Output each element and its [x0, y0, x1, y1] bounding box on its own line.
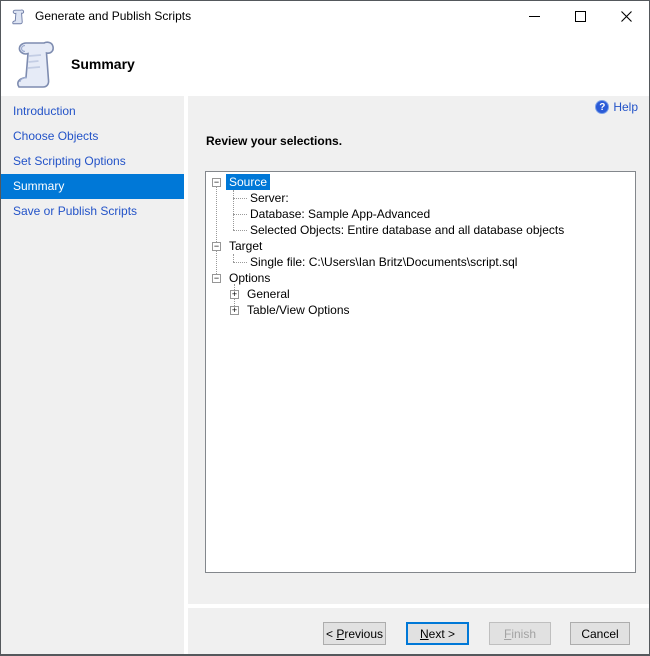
maximize-button[interactable]	[557, 1, 603, 31]
tree-row-server[interactable]: Server:	[206, 190, 635, 206]
maximize-icon	[574, 10, 586, 22]
collapse-icon[interactable]: −	[212, 273, 221, 283]
sidebar-item-summary[interactable]: Summary	[1, 174, 184, 199]
script-scroll-icon	[12, 8, 25, 24]
tree-row-table-view-options[interactable]: + Table/View Options	[206, 302, 635, 318]
tree-guide	[233, 254, 234, 262]
tree-node-label: Database: Sample App-Advanced	[250, 207, 431, 221]
tree-guide	[233, 262, 247, 263]
tree-row-options[interactable]: − Options	[206, 270, 635, 286]
tree-guide	[233, 198, 247, 199]
button-bar: < Previous Next > Finish Cancel	[188, 604, 649, 654]
button-text: N	[419, 626, 429, 641]
button-text: ext >	[428, 626, 456, 641]
tree-row-general[interactable]: + General	[206, 286, 635, 302]
window-title: Generate and Publish Scripts	[35, 9, 192, 23]
tree-node-label: General	[247, 287, 290, 301]
button-text: P	[336, 626, 345, 641]
tree-guide	[233, 230, 247, 231]
help-label: Help	[613, 100, 638, 114]
tree-node-label: Options	[229, 271, 271, 285]
help-icon: ?	[595, 100, 610, 114]
wizard-window: Generate and Publish Scripts Summary Int…	[0, 0, 650, 656]
button-text: revious	[344, 626, 384, 641]
finish-button: Finish	[489, 622, 551, 645]
sidebar-item-introduction[interactable]: Introduction	[1, 99, 184, 124]
button-text: F	[503, 626, 512, 641]
expand-icon[interactable]: +	[230, 305, 239, 315]
tree-row-selected-objects[interactable]: Selected Objects: Entire database and al…	[206, 222, 635, 238]
collapse-icon[interactable]: −	[212, 177, 221, 187]
tree-guide	[216, 187, 217, 278]
tree-row-target[interactable]: − Target	[206, 238, 635, 254]
tree-node-label: Server:	[250, 191, 289, 205]
tree-node-label: Source	[226, 174, 271, 190]
wizard-sidebar: Introduction Choose Objects Set Scriptin…	[1, 96, 184, 654]
minimize-icon	[528, 15, 540, 17]
tree: − Source Server: Database: Sample App-Ad…	[206, 172, 635, 572]
tree-node-label: Table/View Options	[247, 303, 350, 317]
caption-buttons	[511, 1, 649, 31]
tree-row-single-file[interactable]: Single file: C:\Users\Ian Britz\Document…	[206, 254, 635, 270]
tree-node-label: Selected Objects: Entire database and al…	[250, 223, 565, 237]
collapse-icon[interactable]: −	[212, 241, 221, 251]
sidebar-item-save-or-publish[interactable]: Save or Publish Scripts	[1, 199, 184, 224]
tree-node-label: Target	[229, 239, 263, 253]
previous-button[interactable]: < Previous	[323, 622, 386, 645]
sidebar-item-choose-objects[interactable]: Choose Objects	[1, 124, 184, 149]
minimize-button[interactable]	[511, 1, 557, 31]
tree-node-label: Single file: C:\Users\Ian Britz\Document…	[250, 255, 518, 269]
close-button[interactable]	[603, 1, 649, 31]
help-link[interactable]: ? Help	[595, 100, 638, 114]
cancel-button[interactable]: Cancel	[570, 622, 630, 645]
page-title: Summary	[71, 56, 135, 72]
wizard-header: Summary	[1, 31, 649, 96]
sidebar-item-set-scripting-options[interactable]: Set Scripting Options	[1, 149, 184, 174]
button-text: inish	[511, 626, 537, 641]
button-text: Cancel	[581, 626, 619, 641]
script-scroll-icon-large	[17, 41, 54, 88]
expand-icon[interactable]: +	[230, 289, 239, 299]
summary-treeview[interactable]: − Source Server: Database: Sample App-Ad…	[205, 171, 636, 573]
tree-row-database[interactable]: Database: Sample App-Advanced	[206, 206, 635, 222]
button-text: <	[325, 626, 337, 641]
next-button[interactable]: Next >	[406, 622, 469, 645]
tree-guide	[233, 214, 247, 215]
close-icon	[620, 10, 632, 22]
tree-row-source[interactable]: − Source	[206, 174, 635, 190]
main-panel: ? Help Review your selections. − Source	[188, 96, 649, 654]
title-bar: Generate and Publish Scripts	[1, 1, 649, 31]
review-heading: Review your selections.	[206, 134, 343, 148]
tree-guide	[233, 190, 234, 230]
